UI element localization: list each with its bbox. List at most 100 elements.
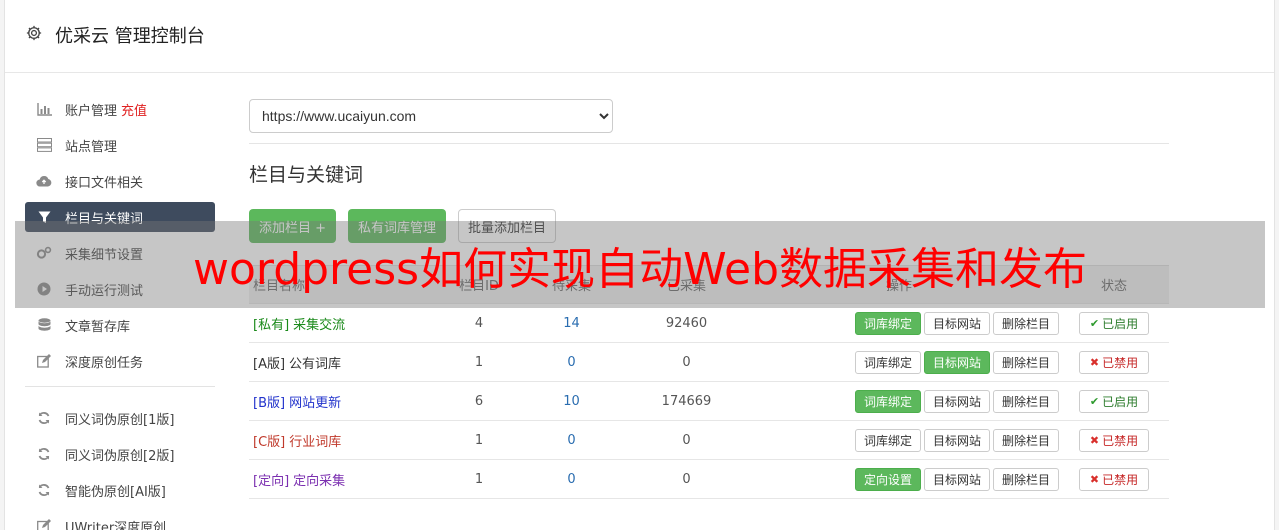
cell-ops: 定向设置 目标网站 删除栏目 [739,459,1059,499]
status-toggle[interactable]: ✖ 已禁用 [1078,467,1150,491]
cell-collected: 92460 [634,303,739,343]
sidebar: 账户管理 充值 站点管理 接口文件相关 栏目与关键词 采集细节设置 手动运行测试… [25,94,215,530]
sidebar-item-article-storage[interactable]: 文章暂存库 [25,310,215,340]
database-icon [36,317,52,333]
table-row: [私有] 采集交流 4 14 92460 词库绑定 目标网站 删除栏目 ✔ 已启用 [249,303,1169,343]
overlay-title: wordpress如何实现自动Web数据采集和发布 [192,243,1088,295]
status-toggle[interactable]: ✔ 已启用 [1078,311,1150,335]
sidebar-item-label: 同义词伪原创[2版] [65,448,175,464]
sidebar-item-ai-rewrite[interactable]: 智能伪原创[AI版] [25,475,215,505]
target-site-button[interactable]: 目标网站 [923,350,990,374]
table-row: [B版] 网站更新 6 10 174669 词库绑定 目标网站 删除栏目 ✔ 已启用 [249,381,1169,421]
lexicon-bind-button[interactable]: 词库绑定 [854,350,921,374]
site-select[interactable]: https://www.ucaiyun.com [249,99,613,133]
target-site-button[interactable]: 目标网站 [923,467,990,491]
cell-status: ✖ 已禁用 [1059,459,1169,499]
status-label: 已禁用 [1102,355,1139,370]
delete-column-button[interactable]: 删除栏目 [992,350,1059,374]
delete-column-button[interactable]: 删除栏目 [992,428,1059,452]
sidebar-item-label: 文章暂存库 [65,319,131,335]
check-icon: ✔ [1089,394,1100,408]
column-name[interactable]: 公有词库 [289,357,341,372]
status-toggle[interactable]: ✔ 已启用 [1078,389,1150,413]
cell-status: ✖ 已禁用 [1059,420,1169,460]
sidebar-item-label: 深度原创任务 [65,355,144,371]
column-name[interactable]: 网站更新 [289,396,341,411]
status-label: 已禁用 [1102,472,1139,487]
target-site-button[interactable]: 目标网站 [923,311,990,335]
cell-pending: 10 [509,381,634,421]
column-tag: [C版] [253,434,286,450]
cell-pending: 0 [509,420,634,460]
cell-ops: 词库绑定 目标网站 删除栏目 [739,420,1059,460]
cloud-upload-icon [36,173,52,189]
column-name[interactable]: 行业词库 [289,435,341,450]
cell-id: 1 [449,459,509,499]
column-name[interactable]: 采集交流 [293,318,345,333]
sidebar-item-label: UWriter深度原创 [65,520,167,530]
content-divider [249,143,1169,144]
recharge-link[interactable]: 充值 [121,100,147,119]
top-bar: 优采云 管理控制台 [5,0,1274,73]
delete-column-button[interactable]: 删除栏目 [992,389,1059,413]
lexicon-bind-button[interactable]: 词库绑定 [854,389,921,413]
sidebar-item-synonym-v2[interactable]: 同义词伪原创[2版] [25,439,215,469]
edit-icon [36,518,52,530]
lexicon-bind-button[interactable]: 词库绑定 [854,428,921,452]
cell-ops: 词库绑定 目标网站 删除栏目 [739,381,1059,421]
cell-pending: 14 [509,303,634,343]
lexicon-bind-button[interactable]: 词库绑定 [854,311,921,335]
edit-icon [36,353,52,369]
sidebar-item-interface-files[interactable]: 接口文件相关 [25,166,215,196]
column-tag: [A版] [253,356,286,372]
cell-id: 6 [449,381,509,421]
sidebar-item-synonym-v1[interactable]: 同义词伪原创[1版] [25,403,215,433]
sidebar-divider [25,386,215,387]
refresh-icon [36,446,52,462]
sidebar-item-label: 账户管理 [65,103,118,119]
status-toggle[interactable]: ✖ 已禁用 [1078,428,1150,452]
cell-name: [C版] 行业词库 [249,420,449,460]
status-label: 已启用 [1102,316,1139,331]
sidebar-item-account[interactable]: 账户管理 充值 [25,94,215,124]
target-site-button[interactable]: 目标网站 [923,428,990,452]
sidebar-item-label: 接口文件相关 [65,175,144,191]
target-site-button[interactable]: 目标网站 [923,389,990,413]
cell-name: [私有] 采集交流 [249,303,449,343]
column-name[interactable]: 定向采集 [293,474,345,489]
cross-icon: ✖ [1089,472,1100,486]
server-icon [36,137,52,153]
bar-chart-icon [36,101,52,117]
cell-name: [定向] 定向采集 [249,459,449,499]
table-row: [定向] 定向采集 1 0 0 定向设置 目标网站 删除栏目 ✖ 已禁用 [249,459,1169,499]
refresh-icon [36,410,52,426]
page-title: 优采云 管理控制台 [55,26,205,47]
delete-column-button[interactable]: 删除栏目 [992,467,1059,491]
status-toggle[interactable]: ✖ 已禁用 [1078,350,1150,374]
cell-collected: 174669 [634,381,739,421]
cell-id: 1 [449,420,509,460]
cell-collected: 0 [634,420,739,460]
cell-name: [A版] 公有词库 [249,342,449,382]
sidebar-item-deep-original[interactable]: 深度原创任务 [25,346,215,376]
cell-name: [B版] 网站更新 [249,381,449,421]
check-icon: ✔ [1089,316,1100,330]
sidebar-item-uwriter[interactable]: UWriter深度原创 [25,511,215,530]
cell-status: ✖ 已禁用 [1059,342,1169,382]
column-tag: [私有] [253,317,290,333]
column-tag: [定向] [253,473,290,489]
cross-icon: ✖ [1089,433,1100,447]
cell-status: ✔ 已启用 [1059,381,1169,421]
table-row: [C版] 行业词库 1 0 0 词库绑定 目标网站 删除栏目 ✖ 已禁用 [249,420,1169,460]
cell-ops: 词库绑定 目标网站 删除栏目 [739,303,1059,343]
cross-icon: ✖ [1089,355,1100,369]
title-overlay-banner: wordpress如何实现自动Web数据采集和发布 [15,221,1265,308]
cell-collected: 0 [634,459,739,499]
sidebar-item-sites[interactable]: 站点管理 [25,130,215,160]
delete-column-button[interactable]: 删除栏目 [992,311,1059,335]
refresh-icon [36,482,52,498]
status-label: 已禁用 [1102,433,1139,448]
section-title: 栏目与关键词 [249,164,364,186]
column-tag: [B版] [253,395,286,411]
lexicon-bind-button[interactable]: 定向设置 [854,467,921,491]
